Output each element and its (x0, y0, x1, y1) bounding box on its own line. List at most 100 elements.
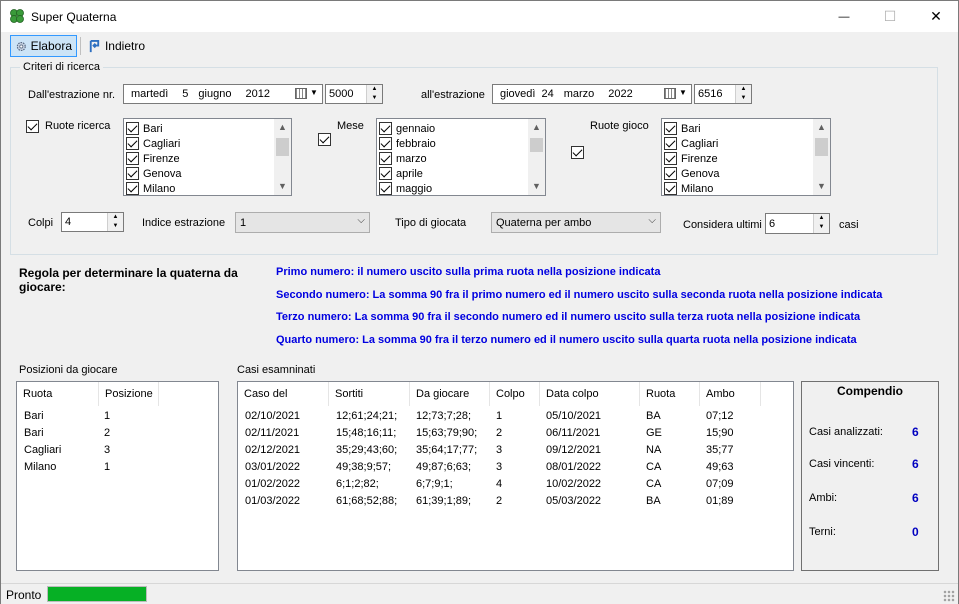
table-cell: 61;39;1;89; (416, 495, 472, 507)
table-cell: 6;7;9;1; (416, 478, 453, 490)
casi-header[interactable]: Sortiti (329, 382, 410, 406)
considera-spinner[interactable]: 6 ▲ ▼ (765, 213, 830, 234)
posizioni-table[interactable]: Ruota Posizione Bari 1 Bari 2 Cagliari 3… (16, 381, 219, 571)
list-item[interactable]: Firenze (124, 151, 291, 166)
to-number-arrows[interactable]: ▲ ▼ (735, 85, 751, 103)
vertical-scrollbar[interactable]: ▲ ▼ (528, 119, 545, 195)
vertical-scrollbar[interactable]: ▲ ▼ (813, 119, 830, 195)
scroll-up-icon[interactable]: ▲ (813, 119, 830, 136)
list-item[interactable]: Genova (124, 166, 291, 181)
calendar-icon[interactable] (295, 88, 307, 99)
casi-header[interactable]: Ambo (700, 382, 761, 406)
item-checkbox[interactable] (126, 182, 139, 195)
ruote-gioco-checkbox[interactable] (571, 146, 584, 159)
table-cell: 06/11/2021 (546, 427, 601, 439)
list-item[interactable]: Firenze (662, 151, 830, 166)
list-item[interactable]: Bari (124, 121, 291, 136)
list-item[interactable]: aprile (377, 166, 545, 181)
to-day: 24 (541, 88, 554, 100)
to-number-spinner[interactable]: 6516 ▲ ▼ (694, 84, 752, 104)
ruote-gioco-list[interactable]: Bari Cagliari Firenze Genova Milano ▲ ▼ (661, 118, 831, 196)
item-checkbox[interactable] (379, 182, 392, 195)
considera-value: 6 (769, 217, 776, 230)
item-checkbox[interactable] (664, 122, 677, 135)
casi-header[interactable]: Data colpo (540, 382, 640, 406)
list-item[interactable]: Cagliari (124, 136, 291, 151)
scroll-down-icon[interactable]: ▼ (528, 178, 545, 195)
list-item[interactable]: Bari (662, 121, 830, 136)
ruote-ricerca-checkbox[interactable] (26, 120, 39, 133)
posizioni-header-posizione[interactable]: Posizione (99, 382, 159, 406)
table-cell: 01;89 (706, 495, 734, 507)
calendar-icon[interactable] (664, 88, 676, 99)
minimize-button[interactable]: — (821, 1, 867, 32)
posizioni-title: Posizioni da giocare (19, 364, 118, 376)
chevron-down-icon[interactable]: ⌵ (648, 215, 656, 226)
elabora-button[interactable]: Elabora (10, 35, 77, 57)
list-item[interactable]: Milano (662, 181, 830, 195)
casi-label: casi (839, 219, 859, 231)
casi-header[interactable]: Colpo (490, 382, 540, 406)
to-date-picker[interactable]: giovedì 24 marzo 2022 ▼ (492, 84, 692, 104)
close-button[interactable]: ✕ (913, 1, 959, 32)
table-cell: 35;64;17;77; (416, 444, 478, 456)
scroll-thumb[interactable] (276, 138, 289, 156)
item-label: febbraio (396, 137, 436, 150)
item-checkbox[interactable] (126, 122, 139, 135)
item-checkbox[interactable] (126, 167, 139, 180)
scroll-thumb[interactable] (815, 138, 828, 156)
item-checkbox[interactable] (664, 167, 677, 180)
item-checkbox[interactable] (379, 152, 392, 165)
mese-list[interactable]: gennaio febbraio marzo aprile maggio ▲ ▼ (376, 118, 546, 196)
item-checkbox[interactable] (126, 152, 139, 165)
item-checkbox[interactable] (664, 182, 677, 195)
list-item[interactable]: maggio (377, 181, 545, 195)
list-item[interactable]: febbraio (377, 136, 545, 151)
from-number-spinner[interactable]: 5000 ▲ ▼ (325, 84, 383, 104)
ruote-ricerca-list[interactable]: Bari Cagliari Firenze Genova Milano ▲ ▼ (123, 118, 292, 196)
colpi-spinner[interactable]: 4 ▲ ▼ (61, 212, 124, 232)
scroll-thumb[interactable] (530, 138, 543, 152)
casi-header[interactable]: Ruota (640, 382, 700, 406)
list-item[interactable]: marzo (377, 151, 545, 166)
casi-header[interactable]: Da giocare (410, 382, 490, 406)
colpi-arrows[interactable]: ▲ ▼ (107, 213, 123, 231)
table-cell: 1 (496, 410, 503, 422)
chevron-down-icon[interactable]: ▼ (679, 88, 687, 97)
from-label: Dall'estrazione nr. (28, 89, 116, 101)
indietro-button[interactable]: Indietro (83, 35, 149, 57)
item-checkbox[interactable] (664, 152, 677, 165)
scroll-down-icon[interactable]: ▼ (813, 178, 830, 195)
minimize-icon: — (838, 10, 850, 23)
considera-arrows[interactable]: ▲ ▼ (813, 214, 829, 233)
from-number-arrows[interactable]: ▲ ▼ (366, 85, 382, 103)
indice-combo[interactable]: 1 ⌵ (235, 212, 370, 233)
list-item[interactable]: gennaio (377, 121, 545, 136)
window-title: Super Quaterna (31, 10, 117, 24)
list-item[interactable]: Milano (124, 181, 291, 195)
chevron-down-icon[interactable]: ⌵ (357, 215, 365, 226)
item-checkbox[interactable] (379, 167, 392, 180)
compendio-title: Compendio (837, 384, 903, 398)
mese-checkbox[interactable] (318, 133, 331, 146)
casi-header[interactable]: Caso del (238, 382, 329, 406)
maximize-button[interactable]: ☐ (867, 1, 913, 32)
scroll-up-icon[interactable]: ▲ (274, 119, 291, 136)
item-checkbox[interactable] (664, 137, 677, 150)
from-date-picker[interactable]: martedì 5 giugno 2012 ▼ (123, 84, 323, 104)
list-item[interactable]: Genova (662, 166, 830, 181)
chevron-down-icon[interactable]: ▼ (310, 88, 318, 97)
scroll-up-icon[interactable]: ▲ (528, 119, 545, 136)
scroll-down-icon[interactable]: ▼ (274, 178, 291, 195)
posizioni-header-ruota[interactable]: Ruota (17, 382, 99, 406)
casi-table[interactable]: Caso del Sortiti Da giocare Colpo Data c… (237, 381, 794, 571)
tipo-combo[interactable]: Quaterna per ambo ⌵ (491, 212, 661, 233)
item-checkbox[interactable] (379, 137, 392, 150)
resize-grip-icon[interactable] (943, 590, 955, 602)
item-checkbox[interactable] (126, 137, 139, 150)
list-item[interactable]: Cagliari (662, 136, 830, 151)
table-cell: CA (646, 478, 662, 490)
vertical-scrollbar[interactable]: ▲ ▼ (274, 119, 291, 195)
item-checkbox[interactable] (379, 122, 392, 135)
item-label: Cagliari (143, 137, 181, 150)
